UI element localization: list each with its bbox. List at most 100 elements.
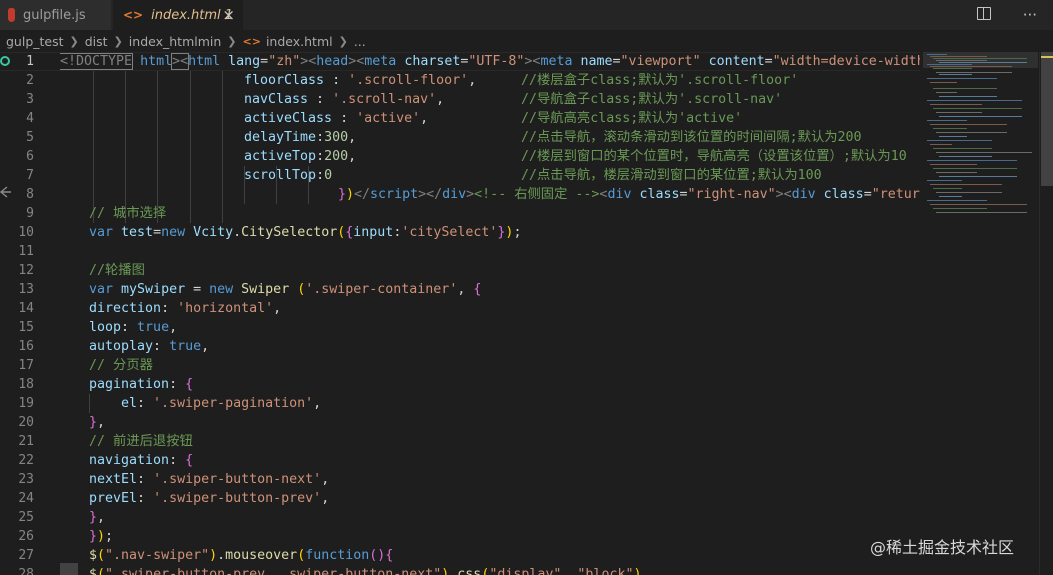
minimap-line xyxy=(927,100,1022,101)
minimap-line xyxy=(936,72,1012,73)
minimap-line xyxy=(933,148,992,149)
code-comment: // 分页器 xyxy=(89,358,153,373)
minimap-line xyxy=(927,180,962,181)
code-line: el: '.swiper-pagination', xyxy=(121,396,322,411)
line-number: 1 xyxy=(26,54,34,69)
minimap-line xyxy=(936,132,1007,133)
tab-label: gulpfile.js xyxy=(23,7,86,23)
minimap-line xyxy=(939,116,1022,117)
breadcrumb-item[interactable]: index.html xyxy=(266,34,333,49)
minimap-line xyxy=(930,204,1027,205)
minimap-line xyxy=(933,168,1017,169)
line-number: 4 xyxy=(26,111,34,126)
code-comment: //楼层盒子class;默认为'.scroll-floor' xyxy=(521,73,799,88)
minimap-line xyxy=(930,164,977,165)
line-number: 28 xyxy=(18,567,34,575)
minimap-line xyxy=(939,96,997,97)
tab-index-html[interactable]: <> index.html 1 × xyxy=(113,0,243,30)
minimap-line xyxy=(927,140,992,141)
minimap-line xyxy=(933,58,1027,59)
more-actions-icon[interactable]: ··· xyxy=(1023,6,1037,24)
code-comment: //楼层到窗口的某个位置时，导航高亮（设置该位置）;默认为10 xyxy=(521,149,907,164)
chevron-right-icon: ❯ xyxy=(227,34,237,48)
code-line: floorClass : '.scroll-floor', xyxy=(244,73,477,88)
code-line: autoplay: true, xyxy=(89,339,210,354)
line-number: 11 xyxy=(18,244,34,259)
split-editor-icon[interactable] xyxy=(976,6,1007,24)
minimap-line xyxy=(939,62,1027,63)
minimap-line xyxy=(927,54,947,55)
minimap-line xyxy=(939,176,1017,177)
minimap-line xyxy=(936,152,1032,153)
minimap-line xyxy=(930,56,987,57)
code-line: loop: true, xyxy=(89,320,178,335)
breadcrumb: gulp_test ❯ dist ❯ index_htmlmin ❯ <> in… xyxy=(0,30,1053,52)
minimap-line xyxy=(930,82,957,83)
code-line: $(".swiper-button-prev, .swiper-button-n… xyxy=(89,567,642,575)
tab-gulpfile[interactable]: gulpfile.js xyxy=(0,0,112,30)
breadcrumb-item[interactable]: dist xyxy=(85,34,108,49)
minimap-line xyxy=(936,192,1002,193)
breadcrumb-item[interactable]: index_htmlmin xyxy=(129,34,222,49)
line-number: 14 xyxy=(18,301,34,316)
minimap-line xyxy=(939,196,962,197)
code-comment: // 前进后退按钮 xyxy=(89,434,193,449)
line-number: 23 xyxy=(18,472,34,487)
line-number: 27 xyxy=(18,548,34,563)
minimap-line xyxy=(933,88,997,89)
line-number: 9 xyxy=(26,206,34,221)
minimap-line xyxy=(936,60,987,61)
code-line: pagination: { xyxy=(89,377,194,392)
minimap-line xyxy=(933,188,962,189)
code-editor[interactable]: 1 2 3 4 5 6 7 8 9 10 11 12 13 14 15 16 1… xyxy=(0,52,923,575)
code-line: nextEl: '.swiper-button-next', xyxy=(89,472,330,487)
line-number: 15 xyxy=(18,320,34,335)
code-line: <!DOCTYPE html><html lang="zh"><head><me… xyxy=(60,53,920,70)
code-line: var mySwiper = new Swiper ('.swiper-cont… xyxy=(89,282,482,297)
line-number: 5 xyxy=(26,130,34,145)
scrollbar-thumb[interactable] xyxy=(1041,52,1053,186)
line-number: 22 xyxy=(18,453,34,468)
line-number: 26 xyxy=(18,529,34,544)
line-number: 25 xyxy=(18,510,34,525)
code-line: }, xyxy=(89,510,106,525)
vertical-scrollbar[interactable] xyxy=(1039,52,1053,575)
line-number: 10 xyxy=(18,225,34,240)
minimap-line xyxy=(927,120,967,121)
minimap-line xyxy=(930,144,952,145)
code-comment: //导航盒子class;默认为'.scroll-nav' xyxy=(521,92,783,107)
line-number: 19 xyxy=(18,396,34,411)
minimap-line xyxy=(939,74,972,75)
minimap-line xyxy=(933,208,987,209)
code-line: delayTime:300, xyxy=(244,130,357,145)
minimap-line xyxy=(927,64,972,65)
line-number: 2 xyxy=(26,73,34,88)
line-number: 17 xyxy=(18,358,34,373)
tab-bar: gulpfile.js <> index.html 1 × ··· xyxy=(0,0,1053,30)
code-line: $(".nav-swiper").mouseover(function(){ xyxy=(89,548,394,563)
code-comment: //点击导航，滚动条滑动到该位置的时间间隔;默认为200 xyxy=(521,130,862,145)
minimap-line xyxy=(933,68,972,69)
minimap-line xyxy=(930,184,1002,185)
breadcrumb-item[interactable]: ... xyxy=(354,34,366,49)
code-line: activeTop:200, xyxy=(244,149,357,164)
chevron-right-icon: ❯ xyxy=(113,34,123,48)
code-comment: //轮播图 xyxy=(89,263,145,278)
line-number: 20 xyxy=(18,415,34,430)
breadcrumb-item[interactable]: gulp_test xyxy=(6,34,64,49)
minimap-line xyxy=(930,104,982,105)
line-number: 16 xyxy=(18,339,34,354)
code-line: activeClass : 'active', xyxy=(244,111,429,126)
line-number: 12 xyxy=(18,263,34,278)
code-comment: // 城市选择 xyxy=(89,206,167,221)
code-line: scrollTop:0 xyxy=(244,168,333,183)
line-number: 7 xyxy=(26,168,34,183)
minimap-line xyxy=(927,78,997,79)
tab-label: index.html xyxy=(151,7,221,23)
close-tab-icon[interactable]: × xyxy=(222,6,235,24)
code-line: var test=new Vcity.CitySelector({input:'… xyxy=(89,225,522,240)
minimap[interactable] xyxy=(923,52,1038,575)
code-line: })</script></div><!-- 右侧固定 --><div class… xyxy=(338,187,920,202)
minimap-line xyxy=(933,108,1022,109)
code-area[interactable]: <!DOCTYPE html><html lang="zh"><head><me… xyxy=(60,52,920,575)
